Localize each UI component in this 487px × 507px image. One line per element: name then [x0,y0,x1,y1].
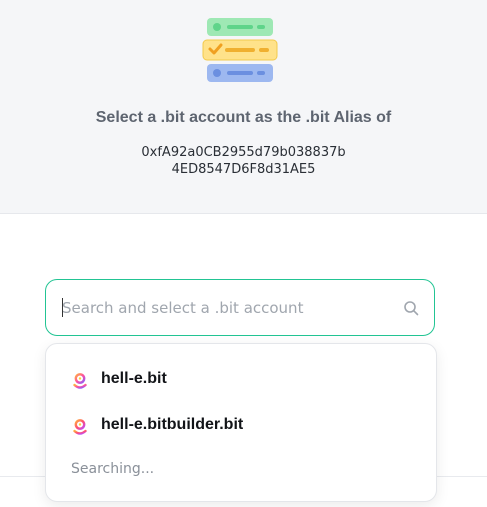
account-name: hell-e.bitbuilder.bit [101,416,244,433]
search-icon[interactable] [403,300,419,316]
bit-avatar-icon [73,419,87,435]
page-title: Select a .bit account as the .bit Alias … [95,109,392,126]
search-results-dropdown: hell-e.bit hell-e.bitbuilder.bit Searchi… [45,343,437,502]
address-line-2: 4ED8547D6F8d31AE5 [171,162,316,177]
address-line-1: 0xfA92a0CB2955d79b038837b [141,145,346,160]
search-input[interactable] [62,280,392,335]
search-box[interactable] [45,279,435,336]
searching-status: Searching... [71,461,155,477]
stacked-list-icon [202,18,278,82]
list-item-account[interactable]: hell-e.bitbuilder.bit [46,406,436,446]
list-item-account[interactable]: hell-e.bit [46,360,436,400]
header-panel: Select a .bit account as the .bit Alias … [0,0,487,214]
bit-avatar-icon [73,373,87,389]
text-caret [62,298,63,317]
account-name: hell-e.bit [101,370,167,387]
